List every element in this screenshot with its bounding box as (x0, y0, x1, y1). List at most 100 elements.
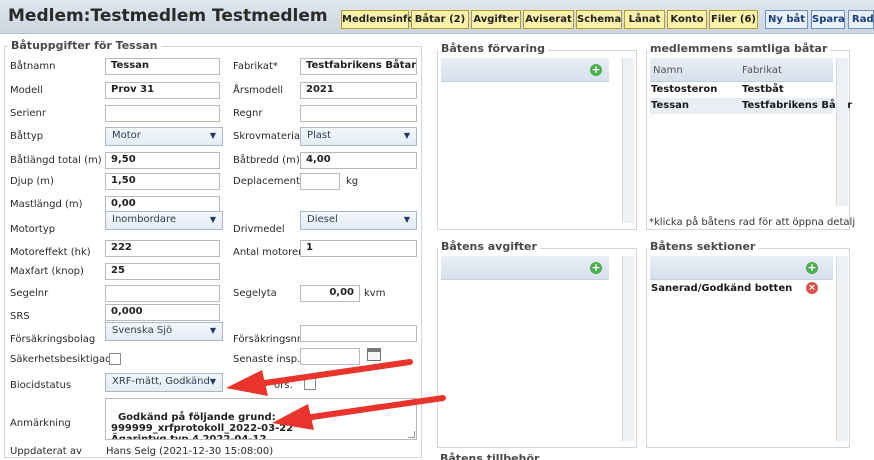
other-boats-hint: *klicka på båtens rad för att öppna deta… (649, 217, 856, 228)
chevron-down-icon: ▼ (209, 215, 216, 224)
sail-nr-field[interactable] (105, 285, 220, 302)
insurance-nr-label: Försäkringsnr (233, 334, 301, 345)
chevron-down-icon: ▼ (209, 377, 216, 386)
save-button[interactable]: Spara (811, 10, 845, 29)
insurer-label: Försäkringsbolag (10, 334, 96, 345)
resize-grip-icon[interactable] (408, 431, 415, 438)
fors-checkbox[interactable] (304, 378, 316, 390)
updated-label: Uppdaterat av (10, 446, 82, 457)
serial-field[interactable] (105, 105, 220, 122)
tab-filer[interactable]: Filer (6) (709, 10, 758, 29)
note-label: Anmärkning (10, 418, 71, 429)
engine-type-value: Inombordare (112, 214, 177, 225)
fees-grid-header (441, 256, 609, 280)
tab-medlemsinfo[interactable]: Medlemsinfo (341, 10, 414, 29)
chevron-down-icon: ▼ (403, 215, 410, 224)
boat-type-select[interactable]: Motor ▼ (105, 127, 223, 146)
table-row[interactable]: Testosteron Testbåt (650, 82, 833, 98)
displacement-field[interactable] (300, 173, 340, 190)
make-field[interactable]: Testfabrikens Båtar (300, 58, 417, 75)
sail-nr-label: Segelnr (10, 288, 49, 299)
updated-value: Hans Selg (2021-12-30 15:08:00) (106, 446, 274, 457)
depth-label: Djup (m) (10, 176, 54, 187)
note-textarea[interactable]: Godkänd på följande grund: 999999_xrfpro… (105, 398, 417, 440)
biocide-select[interactable]: XRF-mätt, Godkänd ▼ (105, 373, 223, 392)
tab-lanat[interactable]: Lånat (624, 10, 665, 29)
fuel-label: Drivmedel (233, 224, 285, 235)
depth-field[interactable]: 1,50 (105, 173, 220, 190)
chevron-down-icon: ▼ (403, 131, 410, 140)
delete-section-icon[interactable]: × (806, 282, 818, 294)
fuel-select[interactable]: Diesel ▼ (300, 211, 417, 230)
list-item[interactable]: Sanerad/Godkänd botten × (650, 281, 833, 297)
storage-legend: Båtens förvaring (438, 42, 548, 55)
max-speed-label: Maxfart (knop) (10, 266, 84, 277)
delete-boat-button[interactable]: Radera båt (848, 10, 874, 29)
fees-scrollbar[interactable] (622, 256, 634, 441)
add-fee-icon[interactable]: + (590, 262, 602, 274)
year-label: Årsmodell (233, 85, 284, 96)
boat-type-label: Båttyp (10, 131, 44, 142)
header-bar: Medlem:Testmedlem Testmedlem Medlemsinfo… (0, 0, 874, 34)
boat-type-value: Motor (112, 130, 141, 141)
engine-type-select[interactable]: Inombordare ▼ (105, 211, 223, 230)
displacement-unit: kg (346, 176, 359, 187)
width-field[interactable]: 4,00 (300, 152, 417, 169)
srs-label: SRS (10, 311, 30, 322)
reg-label: Regnr (233, 108, 263, 119)
mast-label: Mastlängd (m) (10, 199, 83, 210)
engine-power-label: Motoreffekt (hk) (10, 247, 91, 258)
length-label: Båtlängd total (m) (10, 155, 102, 166)
column-header-name[interactable]: Namn (653, 65, 683, 76)
accessories-legend: Båtens tillbehör (440, 452, 540, 460)
safety-label: Säkerhetsbesiktigad (10, 354, 112, 365)
other-boats-legend: medlemmens samtliga båtar (647, 42, 831, 55)
last-insp-field[interactable] (300, 348, 360, 365)
other-boats-scrollbar[interactable] (836, 58, 848, 206)
hull-material-select[interactable]: Plast ▼ (300, 127, 417, 146)
calendar-icon-header (368, 349, 380, 352)
model-field[interactable]: Prov 31 (105, 82, 220, 99)
chevron-down-icon: ▼ (209, 131, 216, 140)
chevron-down-icon: ▼ (209, 326, 216, 335)
new-boat-button[interactable]: Ny båt (765, 10, 808, 29)
hull-material-label: Skrovmaterial (233, 131, 303, 142)
column-header-make[interactable]: Fabrikat (742, 65, 782, 76)
sail-area-field[interactable]: 0,00 (300, 285, 360, 302)
fees-legend: Båtens avgifter (438, 240, 540, 253)
insurance-nr-field[interactable] (300, 325, 417, 342)
width-label: Båtbredd (m) (233, 155, 300, 166)
storage-scrollbar[interactable] (622, 58, 634, 223)
fors-label: örs. (274, 380, 293, 391)
engines-field[interactable]: 1 (300, 240, 417, 257)
biocide-value: XRF-mätt, Godkänd (112, 376, 210, 387)
boat-name-field[interactable]: Tessan (105, 58, 220, 75)
max-speed-field[interactable]: 25 (105, 263, 220, 280)
fuel-value: Diesel (307, 214, 338, 225)
tab-konto[interactable]: Konto (667, 10, 707, 29)
sections-scrollbar[interactable] (836, 256, 848, 441)
boat-name-label: Båtnamn (10, 61, 56, 72)
length-field[interactable]: 9,50 (105, 152, 220, 169)
tab-batar[interactable]: Båtar (2) (411, 10, 469, 29)
engine-type-label: Motortyp (10, 224, 56, 235)
boat-details-legend: Båtuppgifter för Tessan (8, 39, 161, 52)
insurer-value: Svenska Sjö (112, 325, 173, 336)
year-field[interactable]: 2021 (300, 82, 417, 99)
insurer-select[interactable]: Svenska Sjö ▼ (105, 322, 223, 341)
add-storage-icon[interactable]: + (590, 64, 602, 76)
section-label: Sanerad/Godkänd botten (651, 283, 793, 294)
note-text: Godkänd på följande grund: 999999_xrfpro… (111, 412, 294, 440)
storage-grid-header (441, 58, 609, 82)
tab-avgifter[interactable]: Avgifter (471, 10, 521, 29)
tab-schema[interactable]: Schema (576, 10, 622, 29)
table-row[interactable]: Tessan Testfabrikens Båtar (650, 98, 852, 114)
engine-power-field[interactable]: 222 (105, 240, 220, 257)
add-section-icon[interactable]: + (806, 262, 818, 274)
calendar-icon[interactable] (367, 348, 381, 361)
engines-label: Antal motorer (233, 247, 303, 258)
tab-aviserat[interactable]: Aviserat (523, 10, 574, 29)
safety-checkbox[interactable] (109, 353, 121, 365)
reg-field[interactable] (300, 105, 417, 122)
srs-field[interactable]: 0,000 (105, 304, 220, 321)
